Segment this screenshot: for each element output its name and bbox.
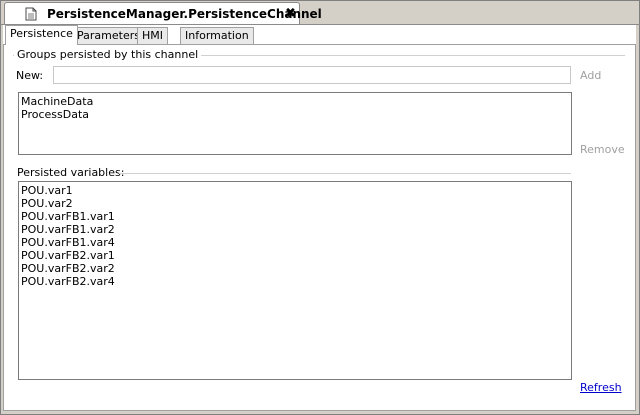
list-item[interactable]: POU.var1 (21, 184, 569, 197)
tab-hmi[interactable]: HMI (137, 27, 169, 44)
tab-parameters[interactable]: Parameters (72, 27, 145, 44)
list-item[interactable]: POU.varFB1.var1 (21, 210, 569, 223)
document-title: PersistenceManager.PersistenceChannel (47, 7, 322, 21)
list-item[interactable]: MachineData (21, 95, 569, 108)
new-label: New: (16, 69, 44, 82)
tab-persistence[interactable]: Persistence (5, 25, 78, 45)
persisted-variables-label: Persisted variables: (17, 166, 125, 179)
list-item[interactable]: POU.varFB2.var4 (21, 275, 569, 288)
document-icon (25, 7, 37, 21)
list-item[interactable]: POU.varFB1.var2 (21, 223, 569, 236)
add-button[interactable]: Add (580, 69, 601, 82)
new-group-input[interactable] (53, 66, 571, 84)
variables-list[interactable]: POU.var1 POU.var2 POU.varFB1.var1 POU.va… (18, 181, 572, 380)
close-icon[interactable]: ✖ (285, 6, 296, 21)
variables-divider (119, 173, 571, 174)
editor-panel: Persistence Parameters HMI Information G… (3, 25, 636, 411)
refresh-link[interactable]: Refresh (580, 381, 622, 394)
groups-list[interactable]: MachineData ProcessData (18, 92, 572, 155)
groups-legend: Groups persisted by this channel (14, 48, 202, 61)
list-item[interactable]: POU.varFB2.var1 (21, 249, 569, 262)
document-tab[interactable]: PersistenceManager.PersistenceChannel ✖ (4, 2, 322, 25)
list-item[interactable]: POU.var2 (21, 197, 569, 210)
list-item[interactable]: ProcessData (21, 108, 569, 121)
tab-information[interactable]: Information (180, 27, 254, 44)
remove-button[interactable]: Remove (580, 143, 625, 156)
list-item[interactable]: POU.varFB1.var4 (21, 236, 569, 249)
list-item[interactable]: POU.varFB2.var2 (21, 262, 569, 275)
